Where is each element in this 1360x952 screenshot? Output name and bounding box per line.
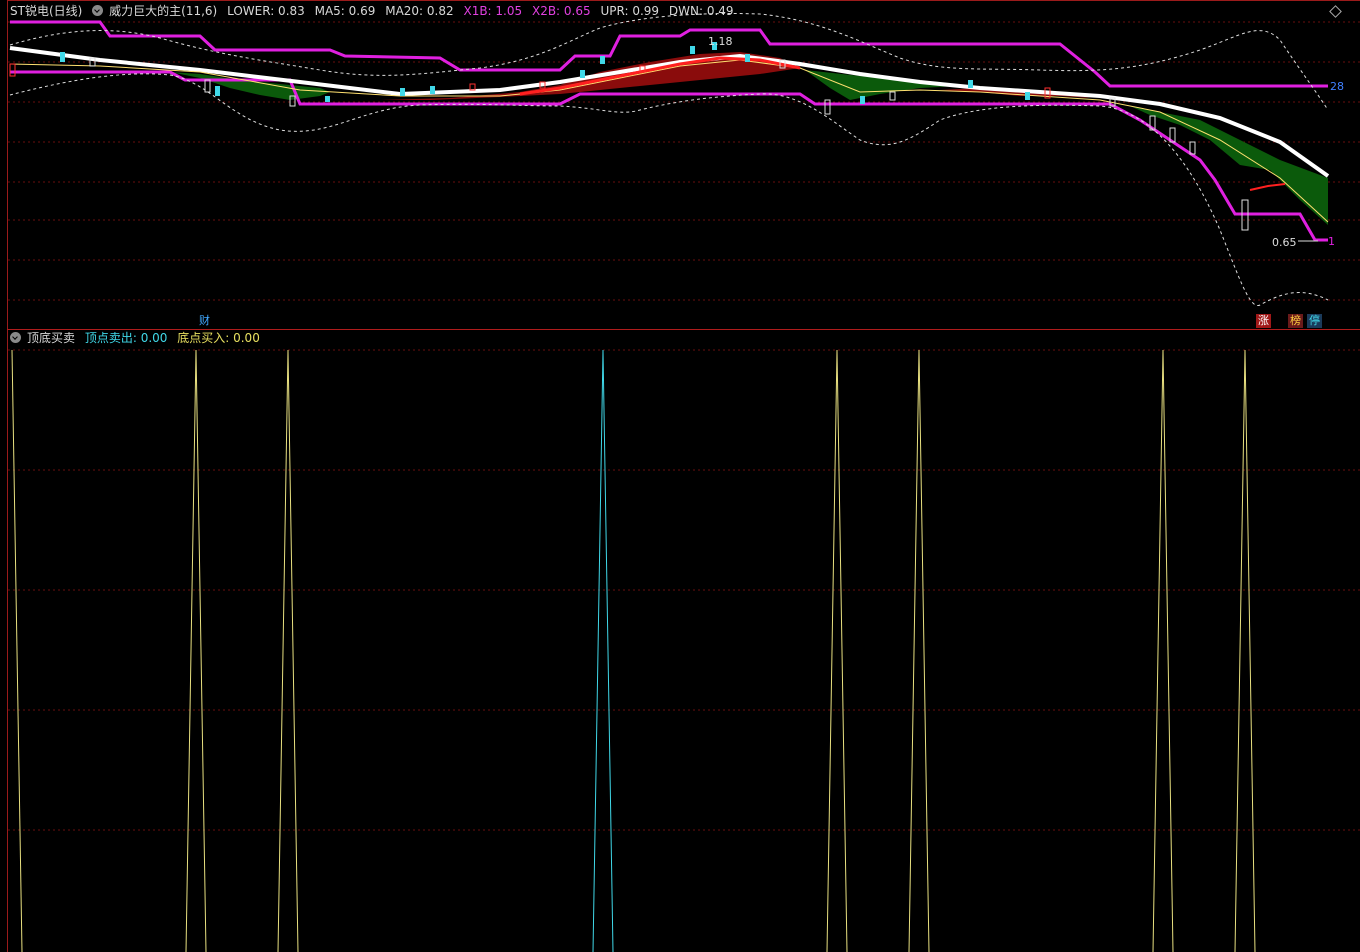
price-chart[interactable]: 1.18 0.65 28 1 xyxy=(0,0,1360,329)
sell-signal-spikes xyxy=(592,349,614,952)
buy-signal-spikes xyxy=(11,349,1256,952)
high-price-label: 1.18 xyxy=(708,35,733,48)
ma5-line xyxy=(9,59,1329,223)
ranking-marker[interactable]: 榜 xyxy=(1288,314,1303,328)
suspension-marker[interactable]: 停 xyxy=(1307,314,1322,328)
right-level-label: 28 xyxy=(1330,80,1344,93)
signal-chart[interactable] xyxy=(0,330,1360,952)
red-ma-line-right xyxy=(1249,183,1286,191)
green-band-drop xyxy=(1130,106,1328,225)
lower-dashed-envelope xyxy=(9,73,1329,306)
right-bottom-label: 1 xyxy=(1328,235,1335,248)
finance-marker[interactable]: 财 xyxy=(197,314,212,328)
lower-band-line xyxy=(10,70,1328,242)
limit-up-marker[interactable]: 涨 xyxy=(1256,314,1271,328)
low-price-label: 0.65 xyxy=(1272,236,1297,249)
signal-grid-lines xyxy=(8,349,1360,831)
